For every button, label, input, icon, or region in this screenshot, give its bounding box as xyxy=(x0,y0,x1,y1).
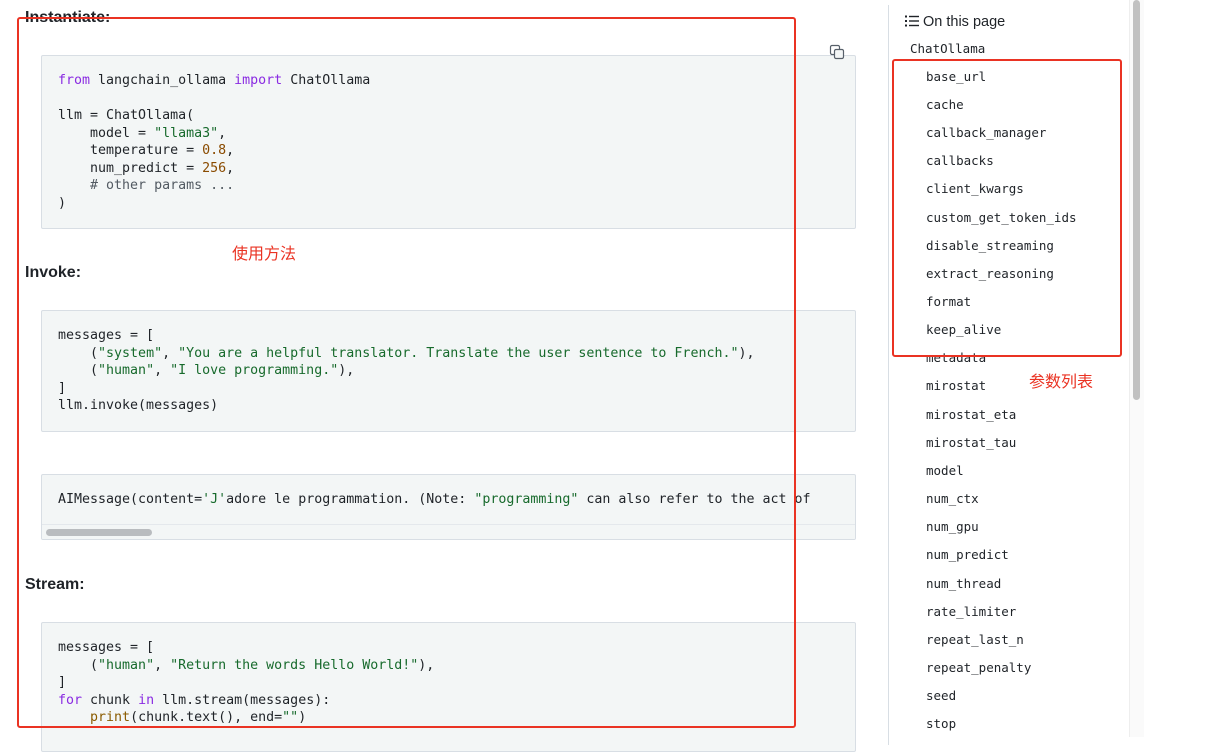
params-annotation-label: 参数列表 xyxy=(1029,372,1094,391)
toc-title: On this page xyxy=(905,14,1005,31)
toc-item[interactable]: num_gpu xyxy=(926,519,979,534)
toc-item-chatollama[interactable]: ChatOllama xyxy=(910,41,985,56)
toc-item[interactable]: mirostat xyxy=(926,378,986,393)
toc-item[interactable]: num_predict xyxy=(926,547,1009,562)
copy-button[interactable] xyxy=(829,44,845,60)
toc-item[interactable]: rate_limiter xyxy=(926,604,1016,619)
toc-item[interactable]: num_thread xyxy=(926,576,1001,591)
toc-item[interactable]: repeat_last_n xyxy=(926,632,1024,647)
copy-icon xyxy=(829,44,845,60)
toc-item[interactable]: mirostat_eta xyxy=(926,407,1016,422)
toc-item[interactable]: model xyxy=(926,463,964,478)
toc-item[interactable]: repeat_penalty xyxy=(926,660,1031,675)
vertical-scroll-thumb[interactable] xyxy=(1133,0,1140,400)
toc-item[interactable]: stop xyxy=(926,716,956,731)
params-annotation-box xyxy=(892,59,1122,357)
toc-title-text: On this page xyxy=(923,14,1006,30)
usage-annotation-label: 使用方法 xyxy=(232,244,297,263)
toc-item[interactable]: mirostat_tau xyxy=(926,435,1016,450)
toc-item[interactable]: num_ctx xyxy=(926,491,979,506)
toc-item[interactable]: seed xyxy=(926,688,956,703)
list-icon xyxy=(905,15,919,31)
usage-annotation-box xyxy=(17,17,796,728)
